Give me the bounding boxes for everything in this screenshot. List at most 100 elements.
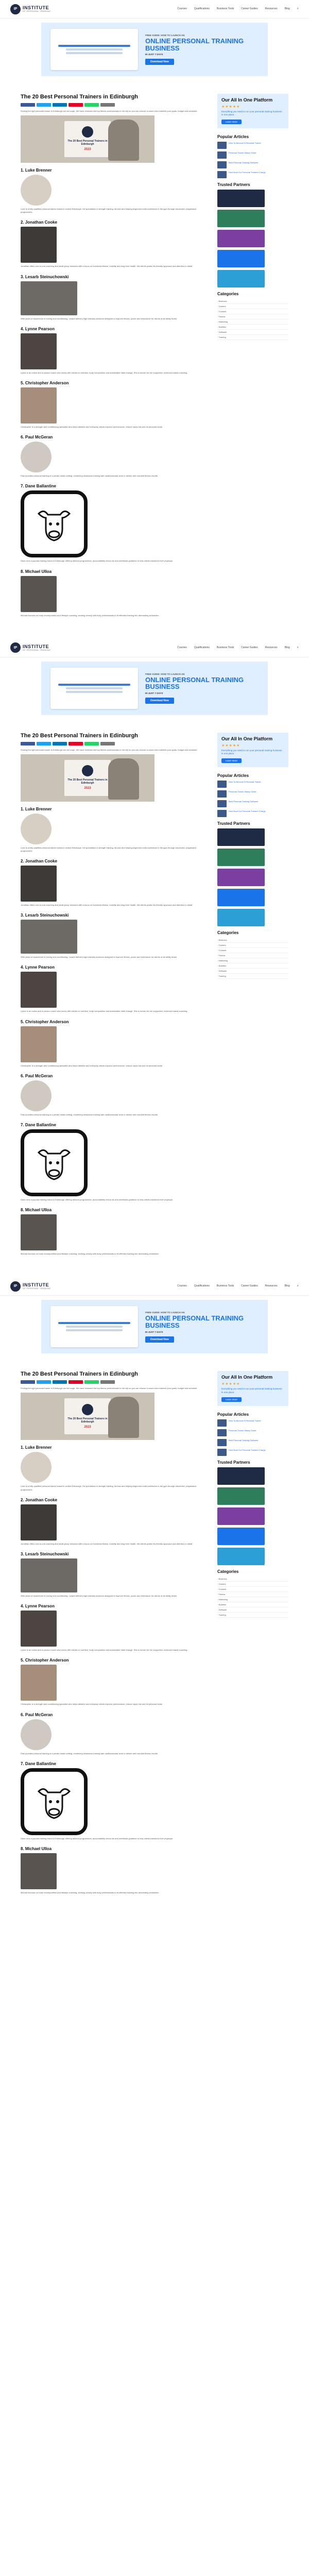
category-link[interactable]: Training [217,1613,288,1618]
category-link[interactable]: Software [217,1607,288,1613]
nav-item[interactable]: Business Tools [217,646,234,650]
nav-item[interactable]: Blog [285,646,290,650]
pinterest-share-button[interactable] [68,1380,83,1384]
facebook-share-button[interactable] [21,1380,35,1384]
facebook-share-button[interactable] [21,103,35,107]
category-link[interactable]: Courses [217,309,288,315]
category-link[interactable]: Business [217,1577,288,1582]
partner-banner[interactable] [217,190,265,208]
category-link[interactable]: Business [217,299,288,304]
partner-banner[interactable] [217,849,265,867]
nav-item[interactable]: Business Tools [217,7,234,11]
nav-item[interactable]: Blog [285,1284,290,1288]
popular-article[interactable]: Personal Trainer Salary Guide [217,151,288,159]
partner-banner[interactable] [217,828,265,846]
promo-download-button[interactable]: Download Now [145,697,174,704]
nav-item[interactable]: Courses [177,1284,187,1288]
popular-article[interactable]: Personal Trainer Salary Guide [217,790,288,798]
partner-banner[interactable] [217,909,265,927]
partner-banner[interactable] [217,1487,265,1505]
category-link[interactable]: Careers [217,1582,288,1587]
partner-banner[interactable] [217,1467,265,1485]
twitter-share-button[interactable] [37,1380,51,1384]
linkedin-share-button[interactable] [53,1380,67,1384]
category-link[interactable]: Business [217,938,288,943]
platform-learn-more-button[interactable]: Learn More [221,758,242,764]
pinterest-share-button[interactable] [68,103,83,107]
site-logo[interactable]: IP INSTITUTE OF PERSONAL TRAINING [10,4,50,14]
category-link[interactable]: Nutrition [217,325,288,330]
partner-banner[interactable] [217,210,265,228]
category-link[interactable]: Courses [217,948,288,954]
nav-item[interactable]: Blog [285,7,290,11]
search-icon[interactable]: ⌕ [297,1284,299,1288]
popular-article[interactable]: Best Personal Training Software [217,1438,288,1446]
promo-banner[interactable]: FREE GUIDE: HOW TO LAUNCH AN ONLINE PERS… [41,661,268,715]
category-link[interactable]: Training [217,335,288,341]
partner-banner[interactable] [217,270,265,288]
promo-download-button[interactable]: Download Now [145,59,174,65]
whatsapp-share-button[interactable] [84,741,99,745]
category-link[interactable]: Courses [217,1587,288,1592]
category-link[interactable]: Software [217,969,288,974]
twitter-share-button[interactable] [37,103,51,107]
nav-item[interactable]: Qualifications [194,1284,210,1288]
popular-article[interactable]: How Much Do Personal Trainers Charge [217,1448,288,1456]
site-logo[interactable]: IP INSTITUTE OF PERSONAL TRAINING [10,642,50,653]
partner-banner[interactable] [217,1507,265,1525]
search-icon[interactable]: ⌕ [297,646,299,650]
category-link[interactable]: Fitness [217,314,288,320]
email-share-button[interactable] [100,741,115,745]
whatsapp-share-button[interactable] [84,103,99,107]
category-link[interactable]: Fitness [217,953,288,959]
category-link[interactable]: Nutrition [217,1602,288,1607]
partner-banner[interactable] [217,889,265,907]
platform-learn-more-button[interactable]: Learn More [221,120,242,125]
popular-article[interactable]: How To Become A Personal Trainer [217,142,288,149]
popular-article[interactable]: How Much Do Personal Trainers Charge [217,810,288,818]
partner-banner[interactable] [217,1547,265,1565]
nav-item[interactable]: Resources [265,1284,278,1288]
category-link[interactable]: Nutrition [217,963,288,969]
popular-article[interactable]: How To Become A Personal Trainer [217,1419,288,1427]
nav-item[interactable]: Courses [177,646,187,650]
category-link[interactable]: Marketing [217,319,288,325]
popular-article[interactable]: Personal Trainer Salary Guide [217,1429,288,1436]
platform-learn-more-button[interactable]: Learn More [221,1397,242,1402]
promo-banner[interactable]: FREE GUIDE: HOW TO LAUNCH AN ONLINE PERS… [41,23,268,76]
category-link[interactable]: Marketing [217,1597,288,1602]
category-link[interactable]: Fitness [217,1592,288,1597]
promo-banner[interactable]: FREE GUIDE: HOW TO LAUNCH AN ONLINE PERS… [41,1300,268,1354]
category-link[interactable]: Marketing [217,958,288,964]
nav-item[interactable]: Resources [265,7,278,11]
popular-article[interactable]: How Much Do Personal Trainers Charge [217,171,288,179]
promo-download-button[interactable]: Download Now [145,1336,174,1343]
nav-item[interactable]: Qualifications [194,646,210,650]
popular-article[interactable]: How To Become A Personal Trainer [217,781,288,788]
category-link[interactable]: Careers [217,943,288,948]
whatsapp-share-button[interactable] [84,1380,99,1384]
linkedin-share-button[interactable] [53,103,67,107]
twitter-share-button[interactable] [37,741,51,745]
category-link[interactable]: Software [217,330,288,335]
partner-banner[interactable] [217,250,265,268]
nav-item[interactable]: Business Tools [217,1284,234,1288]
email-share-button[interactable] [100,1380,115,1384]
email-share-button[interactable] [100,103,115,107]
partner-banner[interactable] [217,1527,265,1545]
facebook-share-button[interactable] [21,741,35,745]
nav-item[interactable]: Career Guides [241,7,258,11]
nav-item[interactable]: Career Guides [241,1284,258,1288]
nav-item[interactable]: Qualifications [194,7,210,11]
popular-article[interactable]: Best Personal Training Software [217,161,288,169]
category-link[interactable]: Careers [217,304,288,310]
nav-item[interactable]: Courses [177,7,187,11]
category-link[interactable]: Training [217,974,288,979]
search-icon[interactable]: ⌕ [297,7,299,11]
nav-item[interactable]: Career Guides [241,646,258,650]
partner-banner[interactable] [217,869,265,887]
partner-banner[interactable] [217,230,265,248]
site-logo[interactable]: IP INSTITUTE OF PERSONAL TRAINING [10,1281,50,1292]
pinterest-share-button[interactable] [68,741,83,745]
nav-item[interactable]: Resources [265,646,278,650]
